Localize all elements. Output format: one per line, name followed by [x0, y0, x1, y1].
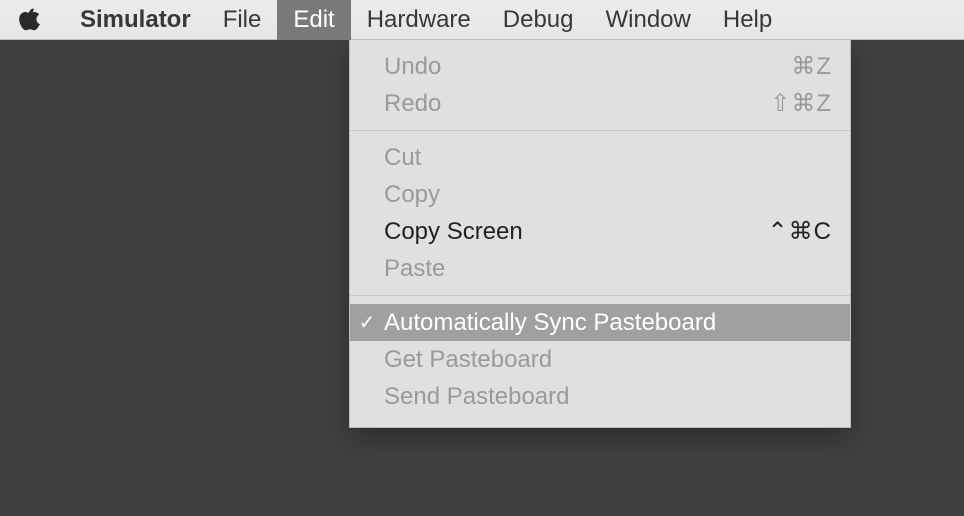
menubar: Simulator File Edit Hardware Debug Windo…: [0, 0, 964, 40]
edit-menu-auto-sync-pasteboard[interactable]: ✓ Automatically Sync Pasteboard: [350, 304, 850, 341]
menubar-app-name[interactable]: Simulator: [64, 0, 207, 40]
menu-item-shortcut: ⌃⌘C: [768, 217, 832, 246]
menubar-item-edit[interactable]: Edit: [277, 0, 350, 40]
edit-menu-paste: Paste: [350, 250, 850, 287]
menu-item-label: Send Pasteboard: [384, 383, 832, 411]
menu-item-label: Automatically Sync Pasteboard: [384, 309, 832, 337]
menu-item-label: Cut: [384, 144, 832, 172]
edit-menu-cut: Cut: [350, 139, 850, 176]
menubar-item-hardware[interactable]: Hardware: [351, 0, 487, 40]
menu-item-label: Undo: [384, 53, 791, 81]
edit-menu-redo: Redo ⇧⌘Z: [350, 85, 850, 122]
menu-item-shortcut: ⇧⌘Z: [770, 89, 832, 118]
menu-item-label: Get Pasteboard: [384, 346, 832, 374]
checkmark-icon: ✓: [350, 310, 384, 335]
menubar-item-help[interactable]: Help: [707, 0, 788, 40]
menu-item-label: Copy: [384, 181, 832, 209]
menu-item-label: Redo: [384, 90, 770, 118]
edit-menu-dropdown: Undo ⌘Z Redo ⇧⌘Z Cut Copy Copy Screen ⌃⌘…: [349, 40, 851, 428]
edit-menu-copy: Copy: [350, 176, 850, 213]
menu-separator: [350, 130, 850, 131]
menubar-item-window[interactable]: Window: [590, 0, 707, 40]
menu-item-label: Copy Screen: [384, 218, 768, 246]
menu-item-label: Paste: [384, 255, 832, 283]
menu-separator: [350, 295, 850, 296]
menubar-item-file[interactable]: File: [207, 0, 278, 40]
menubar-item-debug[interactable]: Debug: [487, 0, 590, 40]
menu-item-shortcut: ⌘Z: [791, 52, 832, 81]
apple-menu-icon[interactable]: [18, 8, 42, 32]
edit-menu-get-pasteboard: Get Pasteboard: [350, 341, 850, 378]
edit-menu-copy-screen[interactable]: Copy Screen ⌃⌘C: [350, 213, 850, 250]
edit-menu-send-pasteboard: Send Pasteboard: [350, 378, 850, 415]
edit-menu-undo: Undo ⌘Z: [350, 48, 850, 85]
